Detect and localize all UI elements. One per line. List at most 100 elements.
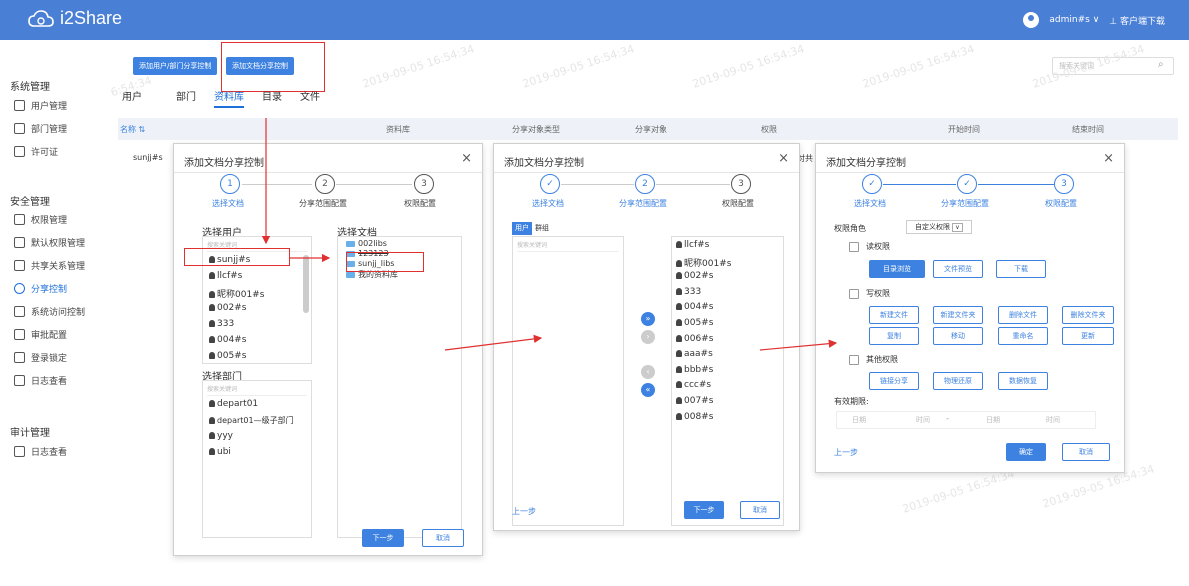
user-icon [676, 412, 682, 420]
tab-departments[interactable]: 部门 [176, 88, 196, 103]
list-item[interactable]: 002#s [209, 303, 246, 313]
sidebar-item-access-control[interactable]: 系统访问控制 [14, 302, 85, 320]
start-time-input[interactable]: 时间 [916, 415, 930, 425]
list-item[interactable]: 005#s [676, 318, 713, 328]
tree-item[interactable]: 002libs [346, 239, 387, 248]
list-item[interactable]: 006#s [676, 334, 713, 344]
cancel-button[interactable]: 取消 [422, 529, 464, 547]
user-icon [209, 352, 215, 359]
end-date-input[interactable]: 日期 [986, 415, 1000, 425]
tab-users[interactable]: 用户 [512, 222, 532, 235]
rename-button[interactable]: 重命名 [998, 327, 1048, 345]
user-icon [676, 241, 682, 248]
list-item[interactable]: depart01 [209, 399, 258, 409]
dept-search-input[interactable]: 搜索关键词 [207, 384, 307, 396]
candidate-list[interactable]: 搜索关键词 [512, 236, 624, 526]
dir-browse-button[interactable]: 目录浏览 [869, 260, 925, 278]
tab-files[interactable]: 文件 [300, 88, 320, 103]
search-icon[interactable]: ⌕ [1158, 59, 1164, 70]
new-file-button[interactable]: 新建文件 [869, 306, 919, 324]
sidebar-item-share-control[interactable]: 分享控制 [14, 279, 67, 297]
cancel-button[interactable]: 取消 [1062, 443, 1110, 461]
sidebar-item-permissions[interactable]: 权限管理 [14, 210, 67, 228]
end-time-input[interactable]: 时间 [1046, 415, 1060, 425]
list-item[interactable]: ubi [209, 447, 231, 457]
list-item[interactable]: 008#s [676, 412, 713, 422]
role-select[interactable]: 自定义权限 ∨ [906, 220, 972, 234]
sidebar-item-logs-audit[interactable]: 日志查看 [14, 442, 67, 460]
copy-button[interactable]: 复制 [869, 327, 919, 345]
cancel-button[interactable]: 取消 [740, 501, 780, 519]
prev-link[interactable]: 上一步 [834, 447, 858, 458]
list-item[interactable]: 005#s [209, 351, 246, 361]
link-share-button[interactable]: 链接分享 [869, 372, 919, 390]
remove-all-icon[interactable]: « [641, 383, 655, 397]
next-button[interactable]: 下一步 [362, 529, 404, 547]
other-label: 其他权限 [866, 355, 898, 364]
prev-link[interactable]: 上一步 [512, 506, 536, 517]
update-button[interactable]: 更新 [1062, 327, 1114, 345]
step-1-done: ✓ [862, 174, 882, 194]
close-icon[interactable]: × [461, 151, 472, 166]
list-item[interactable]: 333 [209, 319, 234, 329]
list-item[interactable]: llcf#s [676, 240, 709, 250]
document-tree[interactable]: 002libs 123123 sunjj_libs 我的资料库 [337, 236, 462, 538]
client-download-link[interactable]: ⊥ 客户端下载 [1109, 14, 1165, 27]
delete-file-button[interactable]: 删除文件 [998, 306, 1048, 324]
tab-directory[interactable]: 目录 [262, 88, 282, 103]
next-button[interactable]: 下一步 [684, 501, 724, 519]
physical-restore-button[interactable]: 物理还原 [933, 372, 983, 390]
dept-list[interactable]: 搜索关键词 depart01 depart01—级子部门 yyy ubi [202, 380, 312, 538]
tab-users[interactable]: 用户 [122, 88, 142, 103]
user-menu[interactable]: admin#s ∨ [1049, 15, 1099, 25]
list-item[interactable]: depart01—级子部门 [209, 415, 294, 426]
list-item[interactable]: yyy [209, 431, 233, 441]
start-date-input[interactable]: 日期 [852, 415, 866, 425]
col-name[interactable]: 名称 ⇅ [120, 124, 145, 135]
sidebar-item-users[interactable]: 用户管理 [14, 96, 67, 114]
close-icon[interactable]: × [778, 151, 789, 166]
ok-button[interactable]: 确定 [1006, 443, 1046, 461]
move-button[interactable]: 移动 [933, 327, 983, 345]
tab-groups[interactable]: 群组 [532, 222, 552, 235]
file-preview-button[interactable]: 文件预览 [933, 260, 983, 278]
list-item[interactable]: 昵称001#s [209, 287, 264, 300]
step-3-label: 权限配置 [1045, 199, 1077, 208]
delete-folder-button[interactable]: 删除文件夹 [1062, 306, 1114, 324]
sidebar-item-departments[interactable]: 部门管理 [14, 119, 67, 137]
sidebar-item-approval[interactable]: 审批配置 [14, 325, 67, 343]
sidebar-item-default-permissions[interactable]: 默认权限管理 [14, 233, 85, 251]
list-item[interactable]: bbb#s [676, 365, 713, 375]
download-button[interactable]: 下载 [996, 260, 1046, 278]
list-item[interactable]: llcf#s [209, 271, 242, 281]
list-item[interactable]: 002#s [676, 271, 713, 281]
scrollbar[interactable] [303, 255, 309, 313]
list-item[interactable]: 004#s [209, 335, 246, 345]
add-all-icon[interactable]: » [641, 312, 655, 326]
sidebar-item-logs-security[interactable]: 日志查看 [14, 371, 67, 389]
list-item[interactable]: 333 [676, 287, 701, 297]
app-logo[interactable]: i2Share [28, 8, 122, 29]
list-item[interactable]: ccc#s [676, 380, 711, 390]
add-user-dept-share-button[interactable]: 添加用户/部门分享控制 [133, 57, 218, 75]
sidebar-item-share-relations[interactable]: 共享关系管理 [14, 256, 85, 274]
candidate-search-input[interactable]: 搜索关键词 [517, 240, 619, 252]
sidebar-item-license[interactable]: 许可证 [14, 142, 58, 160]
tab-libraries[interactable]: 资料库 [214, 88, 244, 108]
other-checkbox[interactable] [849, 355, 859, 365]
sidebar-item-login-lock[interactable]: 登录锁定 [14, 348, 67, 366]
close-icon[interactable]: × [1103, 151, 1114, 166]
search-input[interactable]: 搜索关键词 [1052, 57, 1174, 75]
read-checkbox[interactable] [849, 242, 859, 252]
highlight-box [184, 248, 290, 266]
user-avatar[interactable] [1023, 12, 1040, 28]
write-checkbox[interactable] [849, 289, 859, 299]
list-item[interactable]: 昵称001#s [676, 256, 731, 269]
list-item[interactable]: aaa#s [676, 349, 713, 359]
remove-one-icon[interactable]: ‹ [641, 365, 655, 379]
data-recovery-button[interactable]: 数据恢复 [998, 372, 1048, 390]
list-item[interactable]: 004#s [676, 302, 713, 312]
list-item[interactable]: 007#s [676, 396, 713, 406]
new-folder-button[interactable]: 新建文件夹 [933, 306, 983, 324]
add-one-icon[interactable]: › [641, 330, 655, 344]
